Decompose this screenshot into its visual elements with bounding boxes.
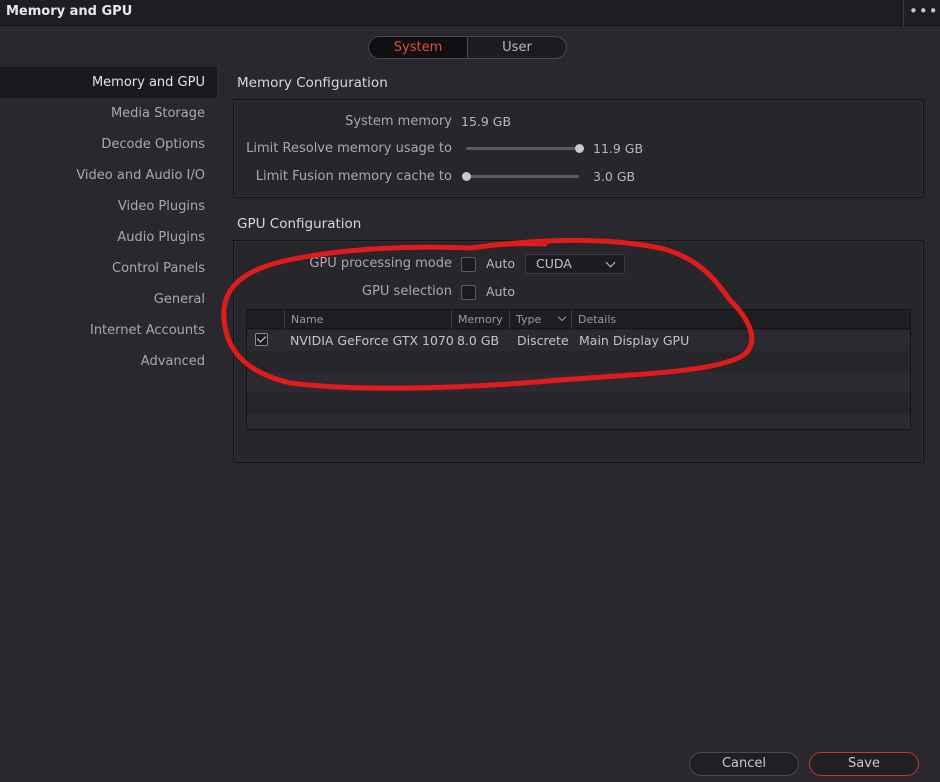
memory-configuration-title: Memory Configuration bbox=[237, 75, 388, 91]
title-divider bbox=[903, 0, 904, 26]
empty-table-row bbox=[247, 393, 910, 414]
sidebar-item-internet-accounts[interactable]: Internet Accounts bbox=[0, 315, 217, 346]
memory-configuration-panel: System memory 15.9 GB Limit Resolve memo… bbox=[233, 99, 924, 198]
tab-system[interactable]: System bbox=[369, 37, 468, 58]
resolve-memory-label: Limit Resolve memory usage to bbox=[246, 141, 452, 156]
tab-user[interactable]: User bbox=[468, 37, 566, 58]
gpu-processing-mode-value: CUDA bbox=[536, 256, 572, 271]
sidebar-item-advanced[interactable]: Advanced bbox=[0, 346, 217, 377]
gpu-selection-label: GPU selection bbox=[362, 284, 452, 299]
fusion-cache-slider-knob[interactable] bbox=[461, 172, 471, 181]
empty-table-row bbox=[247, 414, 910, 429]
column-header-memory[interactable]: Memory bbox=[451, 310, 509, 329]
sidebar-item-media-storage[interactable]: Media Storage bbox=[0, 98, 217, 129]
sidebar-item-video-plugins[interactable]: Video Plugins bbox=[0, 191, 217, 222]
window-title: Memory and GPU bbox=[6, 4, 133, 19]
empty-table-row bbox=[247, 372, 910, 393]
resolve-memory-slider-knob[interactable] bbox=[574, 144, 584, 153]
gpu-processing-auto-checkbox[interactable] bbox=[461, 257, 476, 272]
gpu-selection-auto-checkbox[interactable] bbox=[461, 285, 476, 300]
gpu-configuration-panel: GPU processing mode Auto CUDA GPU select… bbox=[233, 240, 924, 463]
chevron-down-icon bbox=[605, 257, 616, 268]
gpu-configuration-title: GPU Configuration bbox=[237, 216, 362, 232]
column-header-name[interactable]: Name bbox=[284, 310, 451, 329]
save-button[interactable]: Save bbox=[809, 752, 919, 776]
resolve-memory-slider[interactable] bbox=[466, 144, 584, 153]
sort-chevron-icon bbox=[557, 312, 567, 322]
more-options-icon[interactable]: ••• bbox=[909, 2, 938, 22]
resolve-memory-value: 11.9 GB bbox=[593, 141, 644, 156]
sidebar-item-general[interactable]: General bbox=[0, 284, 217, 315]
scope-toggle: System User bbox=[368, 36, 567, 59]
empty-table-row bbox=[247, 351, 910, 372]
gpu-table-header: Name Memory Type Details bbox=[247, 310, 910, 329]
preferences-sidebar: Memory and GPU Media Storage Decode Opti… bbox=[0, 67, 217, 377]
sidebar-item-audio-plugins[interactable]: Audio Plugins bbox=[0, 222, 217, 253]
title-bar: Memory and GPU ••• bbox=[0, 0, 940, 26]
gpu-processing-mode-select[interactable]: CUDA bbox=[525, 254, 625, 274]
gpu-processing-mode-label: GPU processing mode bbox=[309, 256, 452, 271]
system-memory-value: 15.9 GB bbox=[461, 114, 512, 129]
system-memory-label: System memory bbox=[345, 114, 452, 129]
sidebar-item-control-panels[interactable]: Control Panels bbox=[0, 253, 217, 284]
column-header-select[interactable] bbox=[247, 310, 284, 329]
gpu-name: NVIDIA GeForce GTX 1070 bbox=[290, 333, 454, 348]
gpu-table: Name Memory Type Details NVIDIA GeForce … bbox=[246, 309, 911, 430]
gpu-type: Discrete bbox=[517, 333, 569, 348]
gpu-processing-auto-label: Auto bbox=[486, 256, 516, 271]
table-row[interactable]: NVIDIA GeForce GTX 1070 8.0 GB Discrete … bbox=[247, 330, 910, 351]
sidebar-item-video-and-audio-io[interactable]: Video and Audio I/O bbox=[0, 160, 217, 191]
sidebar-item-decode-options[interactable]: Decode Options bbox=[0, 129, 217, 160]
gpu-memory: 8.0 GB bbox=[457, 333, 500, 348]
fusion-cache-value: 3.0 GB bbox=[593, 169, 636, 184]
column-header-type[interactable]: Type bbox=[509, 310, 571, 329]
column-header-details[interactable]: Details bbox=[571, 310, 910, 329]
gpu-details: Main Display GPU bbox=[579, 333, 690, 348]
fusion-cache-label: Limit Fusion memory cache to bbox=[255, 169, 452, 184]
cancel-button[interactable]: Cancel bbox=[689, 752, 799, 776]
fusion-cache-slider[interactable] bbox=[461, 172, 579, 181]
gpu-selection-auto-label: Auto bbox=[486, 284, 516, 299]
gpu-enable-checkbox[interactable] bbox=[255, 333, 268, 346]
sidebar-item-memory-and-gpu[interactable]: Memory and GPU bbox=[0, 67, 217, 98]
column-header-type-label: Type bbox=[516, 313, 542, 326]
